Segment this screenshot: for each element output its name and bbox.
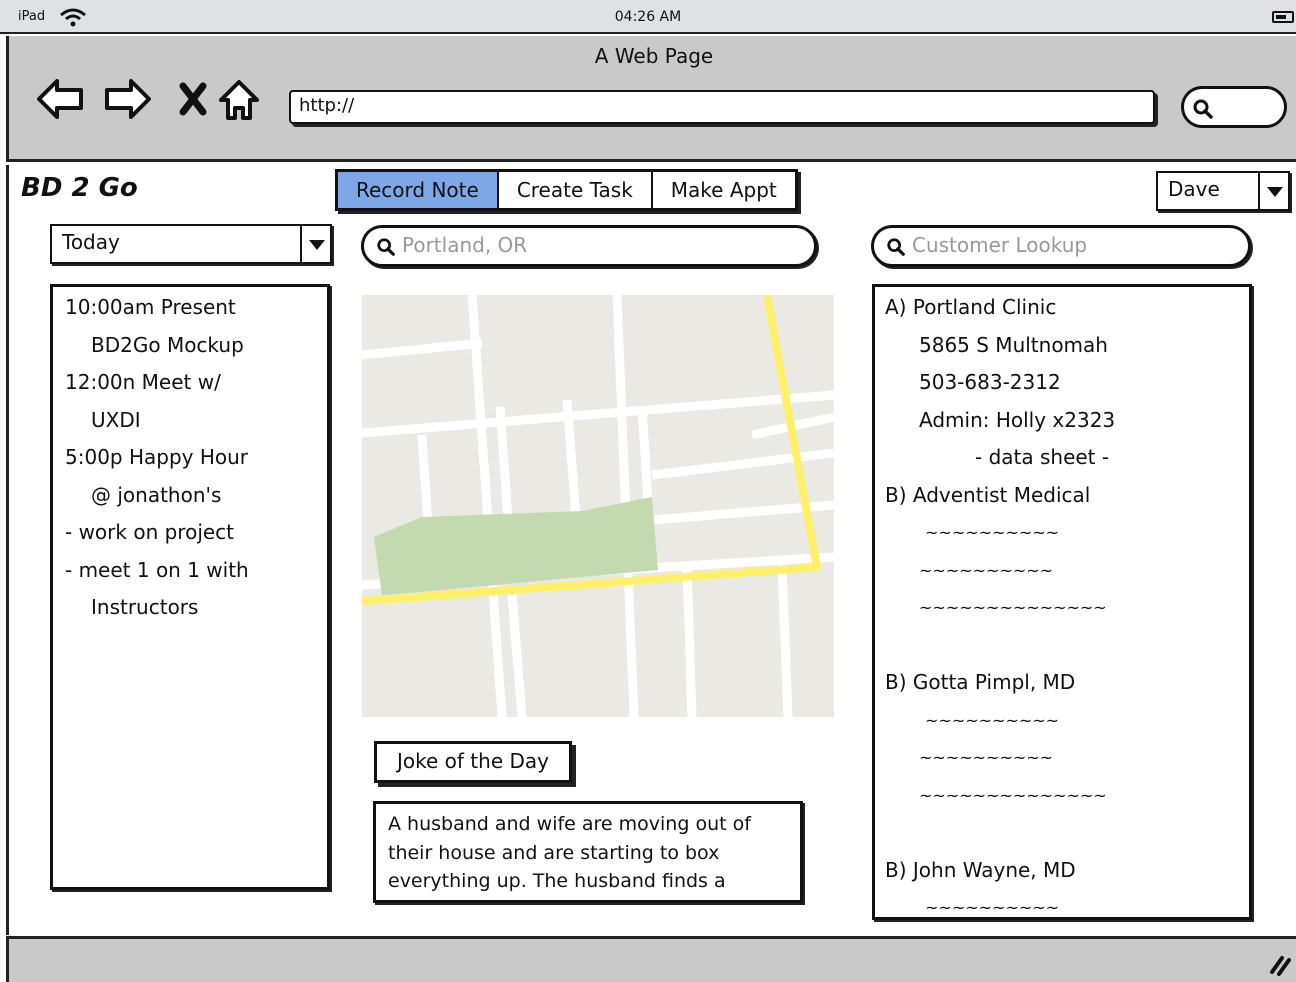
customer-lookup-placeholder: Customer Lookup (912, 233, 1088, 257)
back-arrow-icon[interactable] (35, 76, 87, 122)
home-icon[interactable] (215, 76, 267, 122)
map-view[interactable] (362, 295, 834, 717)
app-content: BD 2 Go Record Note Create Task Make App… (6, 165, 1296, 935)
placeholder-text: ~~~~~~~~~~~~~~ (919, 598, 1107, 617)
schedule-line: @ jonathon's (91, 482, 222, 507)
dropdown-arrow-icon (1258, 173, 1288, 209)
page-title: A Web Page (594, 44, 714, 68)
placeholder-text: ~~~~~~~~~~ (919, 560, 1054, 580)
customer-name[interactable]: B) John Wayne, MD (885, 852, 1239, 890)
schedule-list: 10:00am Present BD2Go Mockup 12:00n Meet… (50, 284, 330, 890)
placeholder-text: ~~~~~~~~~~ (925, 710, 1060, 730)
schedule-line: 5:00p Happy Hour (65, 445, 249, 469)
schedule-line: - meet 1 on 1 with (65, 557, 249, 582)
forward-arrow-icon[interactable] (101, 76, 153, 122)
url-field[interactable]: http:// (289, 90, 1155, 124)
customer-address: 5865 S Multnomah (919, 332, 1108, 357)
schedule-line: - work on project (65, 520, 235, 544)
clock: 04:26 AM (614, 9, 682, 25)
dropdown-arrow-icon (300, 226, 330, 262)
status-bar: iPad 04:26 AM (0, 0, 1296, 34)
browser-search-field[interactable] (1181, 86, 1287, 128)
search-icon (1193, 99, 1213, 119)
action-tabs: Record Note Create Task Make Appt (335, 169, 798, 211)
data-sheet-link[interactable]: - data sheet - (885, 439, 1239, 477)
customer-name[interactable]: A) Portland Clinic (885, 289, 1239, 327)
map-search-input[interactable]: Portland, OR (361, 225, 817, 267)
bottom-bar (6, 936, 1296, 982)
schedule-line: BD2Go Mockup (91, 332, 244, 357)
search-icon (377, 238, 395, 256)
joke-of-the-day-button[interactable]: Joke of the Day (374, 741, 572, 783)
browser-toolbar: A Web Page http:// (6, 36, 1296, 162)
resize-grip-icon[interactable] (1268, 952, 1292, 976)
tab-record-note[interactable]: Record Note (338, 172, 499, 208)
schedule-line: 10:00am Present (65, 295, 236, 319)
schedule-line: Instructors (91, 595, 199, 619)
search-icon (887, 238, 905, 256)
placeholder-text: ~~~~~~~~~~~~~~ (919, 785, 1107, 805)
user-select-value: Dave (1168, 177, 1220, 201)
customer-name[interactable]: B) Adventist Medical (885, 477, 1239, 515)
battery-icon (1272, 11, 1294, 23)
map-search-placeholder: Portland, OR (402, 233, 528, 257)
customer-name[interactable]: B) Gotta Pimpl, MD (885, 664, 1239, 702)
stop-icon[interactable] (169, 76, 221, 122)
joke-text: A husband and wife are moving out of the… (373, 801, 803, 903)
customer-admin: Admin: Holly x2323 (919, 407, 1116, 432)
placeholder-text: ~~~~~~~~~~ (919, 748, 1054, 767)
date-range-select[interactable]: Today (50, 224, 332, 264)
tab-create-task[interactable]: Create Task (499, 172, 653, 208)
app-brand: BD 2 Go (21, 173, 138, 203)
schedule-line: UXDI (91, 407, 141, 432)
tab-make-appt[interactable]: Make Appt (653, 172, 795, 208)
placeholder-text: ~~~~~~~~~~ (925, 523, 1060, 542)
customer-list: A) Portland Clinic 5865 S Multnomah 503-… (872, 284, 1252, 920)
schedule-line: 12:00n Meet w/ (65, 370, 221, 394)
date-range-value: Today (62, 230, 120, 254)
customer-lookup-input[interactable]: Customer Lookup (871, 225, 1251, 267)
user-select[interactable]: Dave (1156, 171, 1290, 211)
placeholder-text: ~~~~~~~~~~ (925, 898, 1060, 917)
customer-phone: 503-683-2312 (919, 370, 1061, 394)
